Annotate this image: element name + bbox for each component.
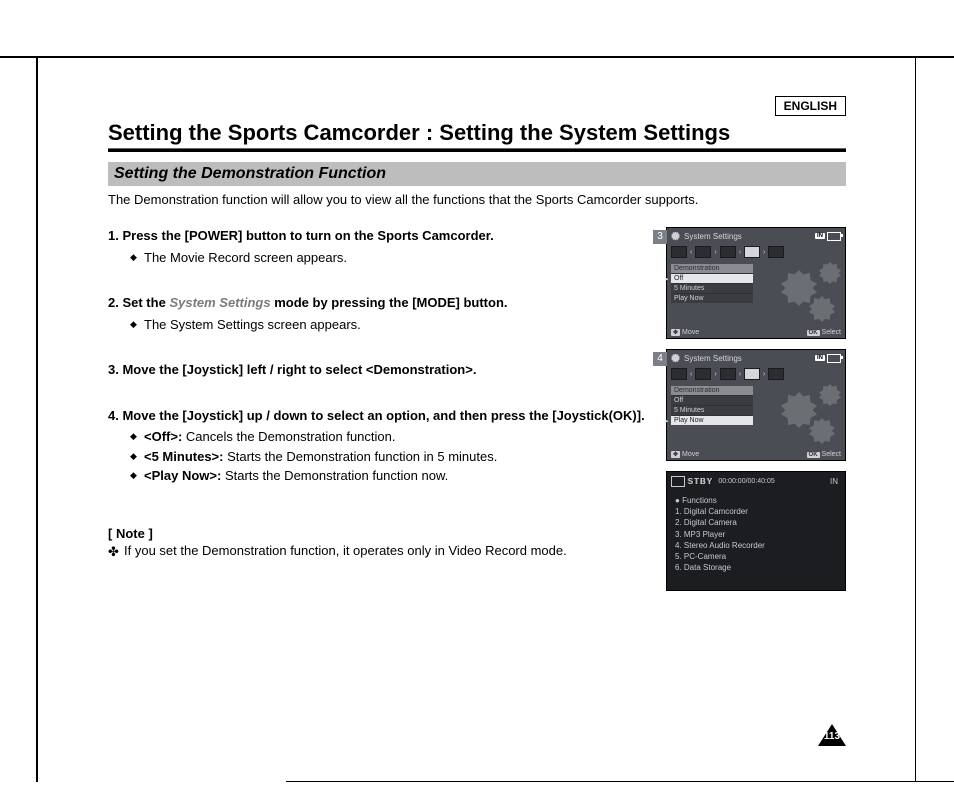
screen-title: System Settings bbox=[684, 354, 742, 363]
gear-bg-icon bbox=[781, 384, 841, 444]
step-sub: <5 Minutes>: Starts the Demonstration fu… bbox=[130, 448, 648, 466]
menu-row: 5 Minutes bbox=[671, 405, 753, 415]
mode-icon bbox=[671, 246, 687, 258]
mode-icon bbox=[768, 246, 784, 258]
mode-icon-selected bbox=[744, 246, 760, 258]
screenshots-column: 3 System Settings IN ‹ › › › Demons bbox=[666, 227, 846, 591]
page-number: 113 bbox=[818, 731, 846, 742]
function-item: 6. Data Storage bbox=[675, 562, 841, 573]
hint-move: ✥Move bbox=[671, 451, 699, 458]
menu-row: 5 Minutes bbox=[671, 283, 753, 293]
step-number: 4. bbox=[108, 408, 119, 423]
mode-icon-row: ‹ › › › bbox=[667, 245, 845, 259]
note-text: If you set the Demonstration function, i… bbox=[108, 542, 648, 560]
gear-icon bbox=[671, 232, 680, 241]
mode-icon bbox=[695, 246, 711, 258]
step-4: 4. Move the [Joystick] up / down to sele… bbox=[108, 407, 648, 485]
step-sub: <Play Now>: Starts the Demonstration fun… bbox=[130, 467, 648, 485]
crop-mark bbox=[36, 56, 38, 782]
hint-move: ✥Move bbox=[671, 329, 699, 336]
lcd-screenshot-functions: STBY 00:00:00/00:40:05 IN ● Functions 1.… bbox=[666, 471, 846, 591]
timecode: 00:00:00/00:40:05 bbox=[718, 478, 774, 485]
step-title-em: System Settings bbox=[169, 295, 270, 310]
step-3: 3. Move the [Joystick] left / right to s… bbox=[108, 361, 648, 379]
functions-list: ● Functions 1. Digital Camcorder 2. Digi… bbox=[675, 495, 841, 573]
menu-row: Off bbox=[671, 395, 753, 405]
mode-icon bbox=[720, 368, 736, 380]
menu-row-selected: Play Now bbox=[671, 415, 753, 425]
step-title-pre: Set the bbox=[122, 295, 165, 310]
page: ENGLISH Setting the Sports Camcorder : S… bbox=[0, 0, 954, 802]
camcorder-icon bbox=[671, 476, 685, 487]
menu-panel: Demonstration Off 5 Minutes Play Now bbox=[671, 264, 753, 303]
page-title: Setting the Sports Camcorder : Setting t… bbox=[108, 120, 846, 146]
battery-icon bbox=[827, 354, 841, 363]
memory-icon: IN bbox=[815, 355, 825, 361]
content-area: Setting the Sports Camcorder : Setting t… bbox=[108, 120, 846, 591]
option-label: <Off>: bbox=[144, 429, 182, 444]
lcd-screenshot-4: 4 System Settings IN ‹ › › › Demons bbox=[666, 349, 846, 461]
step-title: Press the [POWER] button to turn on the … bbox=[122, 228, 493, 243]
memory-icon: IN bbox=[830, 477, 838, 486]
language-badge: ENGLISH bbox=[775, 96, 846, 116]
option-desc: Starts the Demonstration function in 5 m… bbox=[227, 449, 497, 464]
option-desc: Cancels the Demonstration function. bbox=[186, 429, 396, 444]
step-1: 1. Press the [POWER] button to turn on t… bbox=[108, 227, 648, 266]
intro-text: The Demonstration function will allow yo… bbox=[108, 192, 846, 207]
step-2: 2. Set the System Settings mode by press… bbox=[108, 294, 648, 333]
function-item: 4. Stereo Audio Recorder bbox=[675, 540, 841, 551]
function-item: 2. Digital Camera bbox=[675, 517, 841, 528]
step-number: 3. bbox=[108, 362, 119, 377]
step-number: 1. bbox=[108, 228, 119, 243]
crop-mark bbox=[286, 781, 954, 782]
lcd-screenshot-3: 3 System Settings IN ‹ › › › Demons bbox=[666, 227, 846, 339]
hint-select: OKSelect bbox=[807, 329, 841, 336]
screenshot-tag: 3 bbox=[653, 230, 667, 244]
function-item: 5. PC-Camera bbox=[675, 551, 841, 562]
step-sub: <Off>: Cancels the Demonstration functio… bbox=[130, 428, 648, 446]
crop-mark bbox=[915, 56, 916, 782]
mode-icon bbox=[720, 246, 736, 258]
option-label: <5 Minutes>: bbox=[144, 449, 223, 464]
step-title: Move the [Joystick] up / down to select … bbox=[122, 408, 644, 423]
step-title-post: mode by pressing the [MODE] button. bbox=[274, 295, 507, 310]
memory-icon: IN bbox=[815, 233, 825, 239]
menu-header: Demonstration bbox=[671, 386, 753, 395]
note-heading: [ Note ] bbox=[108, 525, 648, 543]
screen-title: System Settings bbox=[684, 232, 742, 241]
mode-icon bbox=[695, 368, 711, 380]
status-stby: STBY bbox=[688, 477, 713, 486]
menu-panel: Demonstration Off 5 Minutes Play Now bbox=[671, 386, 753, 425]
step-sub: The Movie Record screen appears. bbox=[130, 249, 648, 267]
step-number: 2. bbox=[108, 295, 119, 310]
step-title: Move the [Joystick] left / right to sele… bbox=[122, 362, 476, 377]
section-subhead: Setting the Demonstration Function bbox=[108, 162, 846, 186]
menu-row: Play Now bbox=[671, 293, 753, 303]
battery-icon bbox=[827, 232, 841, 241]
gear-bg-icon bbox=[781, 262, 841, 322]
option-label: <Play Now>: bbox=[144, 468, 221, 483]
screenshot-tag: 4 bbox=[653, 352, 667, 366]
mode-icon-selected bbox=[744, 368, 760, 380]
gear-icon bbox=[671, 354, 680, 363]
function-item: 3. MP3 Player bbox=[675, 529, 841, 540]
step-sub: The System Settings screen appears. bbox=[130, 316, 648, 334]
function-item: 1. Digital Camcorder bbox=[675, 506, 841, 517]
title-rule bbox=[108, 148, 846, 152]
mode-icon bbox=[768, 368, 784, 380]
crop-mark bbox=[0, 56, 954, 58]
menu-header: Demonstration bbox=[671, 264, 753, 273]
functions-heading: ● Functions bbox=[675, 495, 841, 506]
menu-row-selected: Off bbox=[671, 273, 753, 283]
option-desc: Starts the Demonstration function now. bbox=[225, 468, 448, 483]
mode-icon bbox=[671, 368, 687, 380]
mode-icon-row: ‹ › › › bbox=[667, 367, 845, 381]
instructions-column: 1. Press the [POWER] button to turn on t… bbox=[108, 227, 648, 591]
hint-select: OKSelect bbox=[807, 451, 841, 458]
